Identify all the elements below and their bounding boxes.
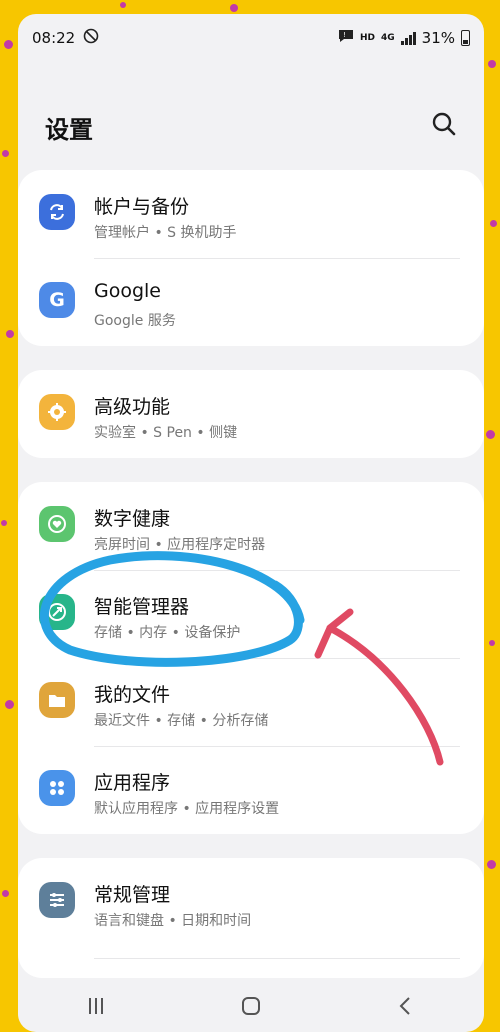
page-title: 设置 [45, 116, 93, 144]
home-icon [241, 997, 260, 1015]
folder-icon [39, 682, 75, 718]
advanced-features-icon [39, 394, 75, 430]
home-button[interactable] [239, 994, 263, 1022]
signal-icon [400, 31, 416, 45]
item-subtitle: 实验室 • S Pen • 侧键 [94, 425, 238, 441]
item-title: 常规管理 [94, 884, 171, 906]
apps-icon [39, 770, 75, 806]
settings-card-general: 常规管理 语言和键盘 • 日期和时间 [18, 858, 484, 978]
item-subtitle: 默认应用程序 • 应用程序设置 [94, 801, 280, 817]
settings-header: 设置 [18, 92, 484, 156]
settings-item-my-files[interactable]: 我的文件 最近文件 • 存储 • 分析存储 [18, 658, 484, 746]
item-title: 我的文件 [94, 684, 171, 706]
settings-item-device-care[interactable]: 智能管理器 存储 • 内存 • 设备保护 [18, 570, 484, 658]
item-subtitle: Google 服务 [94, 313, 176, 329]
navigation-bar [18, 984, 484, 1032]
recents-icon [88, 998, 103, 1014]
item-subtitle: 语言和键盘 • 日期和时间 [94, 913, 252, 929]
svg-text:!: ! [343, 31, 346, 39]
status-bar: 08:22 ! HD 4G 31% [18, 14, 484, 62]
google-g-icon: G [39, 282, 75, 318]
status-time: 08:22 [32, 29, 76, 47]
recents-button[interactable] [84, 994, 108, 1022]
settings-item-google[interactable]: G Google Google 服务 [18, 258, 484, 346]
item-title: Google [94, 280, 162, 302]
battery-icon [461, 30, 470, 46]
settings-card-advanced: 高级功能 实验室 • S Pen • 侧键 [18, 370, 484, 458]
sync-icon [39, 194, 75, 230]
general-management-icon [39, 882, 75, 918]
settings-item-apps[interactable]: 应用程序 默认应用程序 • 应用程序设置 [18, 746, 484, 834]
item-title: 应用程序 [94, 772, 171, 794]
settings-item-general-management[interactable]: 常规管理 语言和键盘 • 日期和时间 [18, 858, 484, 946]
item-subtitle: 管理帐户 • S 换机助手 [94, 225, 237, 241]
settings-item-accounts-backup[interactable]: 帐户与备份 管理帐户 • S 换机助手 [18, 170, 484, 258]
network-hd-label: HD [359, 33, 375, 43]
settings-card-device: 数字健康 亮屏时间 • 应用程序定时器 智能管理器 存储 • 内存 • 设备保护… [18, 482, 484, 834]
divider [94, 958, 460, 959]
device-care-icon [39, 594, 75, 630]
back-button[interactable] [394, 994, 418, 1022]
item-subtitle: 最近文件 • 存储 • 分析存储 [94, 713, 269, 729]
phone-screen: 08:22 ! HD 4G 31% 设置 帐户与备份 管理帐户 • S 换机助手… [18, 14, 484, 1032]
sync-off-icon [83, 28, 99, 48]
search-icon [432, 112, 456, 136]
item-title: 数字健康 [94, 508, 171, 530]
item-subtitle: 存储 • 内存 • 设备保护 [94, 625, 241, 641]
settings-card-accounts: 帐户与备份 管理帐户 • S 换机助手 G Google Google 服务 [18, 170, 484, 346]
digital-wellbeing-icon [39, 506, 75, 542]
item-title: 智能管理器 [94, 596, 190, 618]
item-subtitle: 亮屏时间 • 应用程序定时器 [94, 537, 266, 553]
back-icon [399, 997, 411, 1015]
search-button[interactable] [428, 108, 460, 140]
item-title: 高级功能 [94, 396, 171, 418]
settings-item-digital-wellbeing[interactable]: 数字健康 亮屏时间 • 应用程序定时器 [18, 482, 484, 570]
item-title: 帐户与备份 [94, 196, 190, 218]
message-icon: ! [338, 29, 354, 47]
settings-item-advanced-features[interactable]: 高级功能 实验室 • S Pen • 侧键 [18, 370, 484, 458]
battery-percent: 31% [421, 29, 455, 47]
network-4g-label: 4G [381, 33, 395, 43]
